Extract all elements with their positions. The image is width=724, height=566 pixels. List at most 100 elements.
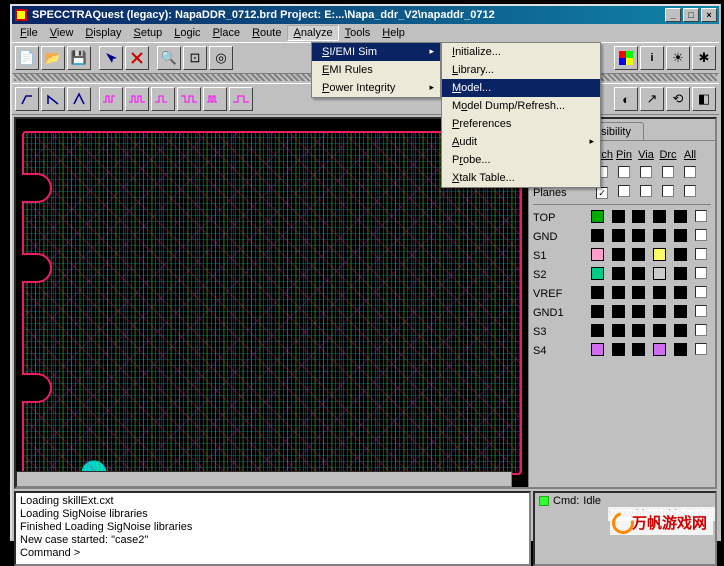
color-swatch[interactable] [632,343,645,356]
color-swatch[interactable] [674,267,687,280]
color-swatch[interactable] [653,248,666,261]
minimize-button[interactable]: _ [665,8,681,22]
menu-display[interactable]: Display [79,25,127,41]
checkbox[interactable] [684,185,696,197]
color-swatch[interactable] [674,248,687,261]
menuitem-model-[interactable]: Model... [442,79,600,97]
open-button[interactable]: 📂 [41,46,65,70]
menuitem-model-dump-refresh-[interactable]: Model Dump/Refresh... [442,97,600,115]
menuitem-si-emi-sim[interactable]: SI/EMI Sim [312,43,440,61]
tool-a[interactable]: ◐ [614,87,638,111]
checkbox[interactable] [695,210,707,222]
checkbox[interactable] [662,185,674,197]
waveform-3[interactable] [151,87,175,111]
checkbox[interactable] [596,187,608,199]
waveform-1[interactable] [99,87,123,111]
checkbox[interactable] [695,305,707,317]
checkbox[interactable] [695,248,707,260]
menuitem-xtalk-table-[interactable]: Xtalk Table... [442,169,600,187]
color-swatch[interactable] [632,229,645,242]
menuitem-audit[interactable]: Audit [442,133,600,151]
menu-place[interactable]: Place [207,25,247,41]
menu-view[interactable]: View [44,25,80,41]
checkbox[interactable] [695,229,707,241]
checkbox[interactable] [640,166,652,178]
maximize-button[interactable]: □ [683,8,699,22]
color-swatch[interactable] [674,286,687,299]
color-swatch[interactable] [612,324,625,337]
menu-tools[interactable]: Tools [339,25,377,41]
zoom-prev-button[interactable]: ◎ [209,46,233,70]
menuitem-emi-rules[interactable]: EMI Rules [312,61,440,79]
checkbox[interactable] [618,185,630,197]
color-swatch[interactable] [612,229,625,242]
color-swatch[interactable] [653,286,666,299]
color-swatch[interactable] [591,248,604,261]
tool-b[interactable]: ↗ [640,87,664,111]
highlight-button[interactable]: ☀ [666,46,690,70]
color-swatch[interactable] [612,343,625,356]
waveform-5[interactable] [203,87,227,111]
color-swatch[interactable] [653,267,666,280]
menuitem-probe-[interactable]: Probe... [442,151,600,169]
color-swatch[interactable] [591,286,604,299]
zoom-in-button[interactable]: 🔍 [157,46,181,70]
color-swatch[interactable] [653,210,666,223]
color-swatch[interactable] [632,248,645,261]
unhighlight-button[interactable]: ✱ [692,46,716,70]
menuitem-preferences[interactable]: Preferences [442,115,600,133]
waveform-4[interactable] [177,87,201,111]
close-button[interactable]: × [701,8,717,22]
color-swatch[interactable] [632,305,645,318]
color-swatch[interactable] [653,229,666,242]
color-swatch[interactable] [674,324,687,337]
checkbox[interactable] [695,324,707,336]
color-swatch[interactable] [653,343,666,356]
route-2[interactable] [41,87,65,111]
color-swatch[interactable] [612,248,625,261]
color-swatch[interactable] [612,267,625,280]
new-button[interactable]: 📄 [15,46,39,70]
info-button[interactable]: i [640,46,664,70]
color-swatch[interactable] [653,305,666,318]
color-swatch[interactable] [591,210,604,223]
checkbox[interactable] [618,166,630,178]
color-swatch[interactable] [674,210,687,223]
menu-file[interactable]: File [14,25,44,41]
color-swatch[interactable] [591,267,604,280]
color-button[interactable] [614,46,638,70]
menuitem-power-integrity[interactable]: Power Integrity [312,79,440,97]
color-swatch[interactable] [591,305,604,318]
checkbox[interactable] [640,185,652,197]
menuitem-initialize-[interactable]: Initialize... [442,43,600,61]
color-swatch[interactable] [612,286,625,299]
color-swatch[interactable] [632,324,645,337]
tool-x[interactable] [125,46,149,70]
color-swatch[interactable] [591,324,604,337]
menu-setup[interactable]: Setup [127,25,168,41]
checkbox[interactable] [695,267,707,279]
menu-route[interactable]: Route [246,25,287,41]
waveform-2[interactable] [125,87,149,111]
route-1[interactable] [15,87,39,111]
checkbox[interactable] [695,343,707,355]
color-swatch[interactable] [612,305,625,318]
color-swatch[interactable] [674,229,687,242]
zoom-fit-button[interactable]: ⊡ [183,46,207,70]
checkbox[interactable] [695,286,707,298]
menu-analyze[interactable]: Analyze [287,25,338,41]
route-3[interactable] [67,87,91,111]
checkbox[interactable] [662,166,674,178]
color-swatch[interactable] [674,305,687,318]
color-swatch[interactable] [632,210,645,223]
color-swatch[interactable] [674,343,687,356]
menu-logic[interactable]: Logic [168,25,206,41]
color-swatch[interactable] [591,229,604,242]
tool-pick[interactable] [99,46,123,70]
color-swatch[interactable] [632,267,645,280]
tool-d[interactable]: ◧ [692,87,716,111]
waveform-6[interactable] [229,87,253,111]
horizontal-scrollbar[interactable] [16,471,512,487]
color-swatch[interactable] [653,324,666,337]
checkbox[interactable] [684,166,696,178]
